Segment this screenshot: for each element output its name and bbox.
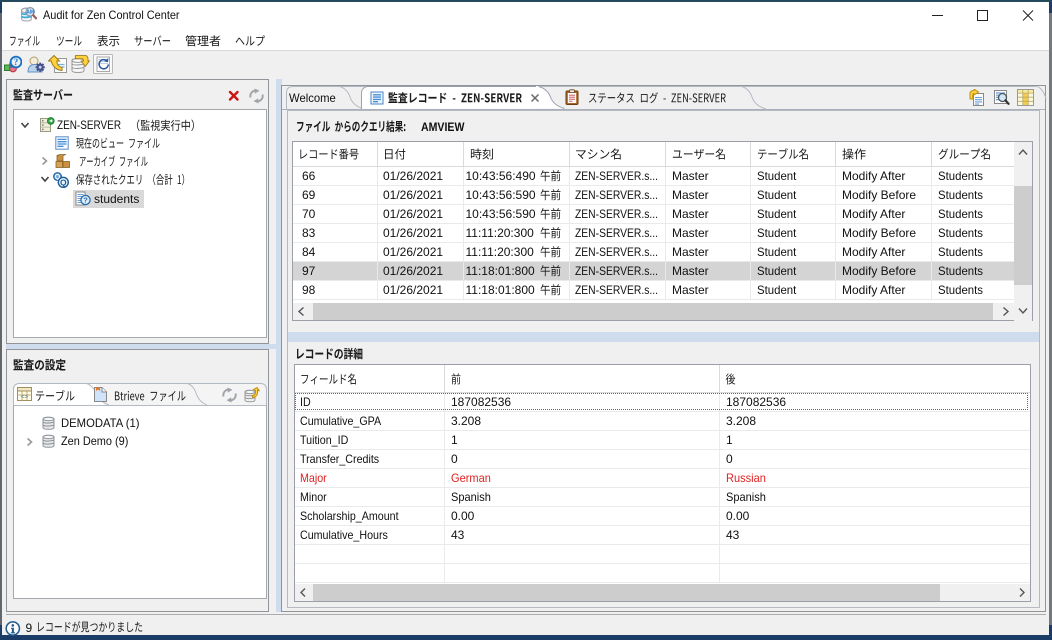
svg-text:<>: <> [21,394,29,401]
svg-text:Q: Q [60,177,67,187]
svg-text:?: ? [83,196,88,205]
svg-text:?: ? [14,57,19,67]
